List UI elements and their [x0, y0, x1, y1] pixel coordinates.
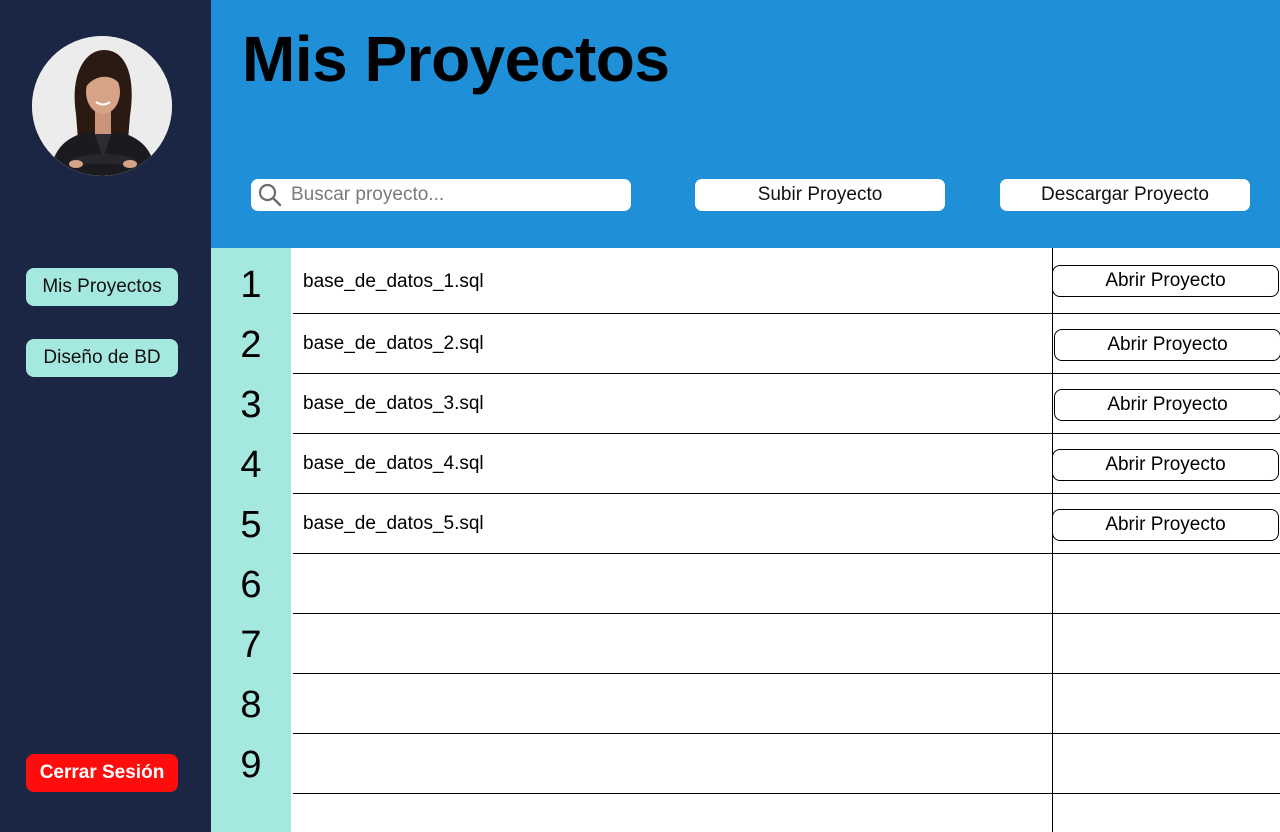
row-divider [293, 793, 1280, 794]
row-number-column: 1 2 3 4 5 6 7 8 9 [211, 248, 291, 832]
sidebar: Mis Proyectos Diseño de BD Cerrar Sesión [0, 0, 211, 832]
row-number: 2 [240, 324, 262, 366]
open-project-button[interactable]: Abrir Proyecto [1054, 329, 1280, 361]
project-file-name: base_de_datos_3.sql [303, 393, 484, 414]
row-divider [293, 313, 1280, 314]
open-project-button[interactable]: Abrir Proyecto [1054, 389, 1280, 421]
row-number: 1 [240, 264, 262, 306]
avatar[interactable] [32, 36, 172, 176]
open-project-label: Abrir Proyecto [1105, 514, 1226, 535]
nav-mis-proyectos-label: Mis Proyectos [42, 276, 162, 297]
column-divider [1052, 248, 1053, 832]
search-box[interactable] [251, 179, 631, 211]
row-divider [293, 433, 1280, 434]
search-icon [258, 183, 282, 207]
project-file-name: base_de_datos_5.sql [303, 513, 484, 534]
nav-diseno-bd-button[interactable]: Diseño de BD [26, 339, 178, 377]
row-divider [293, 553, 1280, 554]
row-number: 3 [240, 384, 262, 426]
logout-label: Cerrar Sesión [39, 762, 165, 783]
upload-project-button[interactable]: Subir Proyecto [695, 179, 945, 211]
upload-project-label: Subir Proyecto [757, 184, 883, 205]
open-project-label: Abrir Proyecto [1105, 454, 1226, 475]
row-number: 5 [240, 504, 262, 546]
header: Mis Proyectos Subir Proyecto Descargar P… [211, 0, 1280, 248]
row-divider [293, 373, 1280, 374]
project-file-name: base_de_datos_2.sql [303, 333, 484, 354]
download-project-label: Descargar Proyecto [1041, 184, 1209, 205]
nav-diseno-bd-label: Diseño de BD [43, 347, 161, 368]
page-title: Mis Proyectos [242, 23, 670, 95]
search-input[interactable] [291, 184, 621, 206]
user-photo-icon [32, 36, 172, 176]
open-project-button[interactable]: Abrir Proyecto [1052, 449, 1279, 481]
row-divider [293, 733, 1280, 734]
nav-mis-proyectos-button[interactable]: Mis Proyectos [26, 268, 178, 306]
open-project-label: Abrir Proyecto [1105, 270, 1226, 291]
open-project-label: Abrir Proyecto [1107, 334, 1228, 355]
row-divider [293, 493, 1280, 494]
open-project-label: Abrir Proyecto [1107, 394, 1228, 415]
row-divider [293, 673, 1280, 674]
row-number: 4 [240, 444, 262, 486]
open-project-button[interactable]: Abrir Proyecto [1052, 509, 1279, 541]
row-divider [293, 613, 1280, 614]
row-number: 8 [240, 684, 262, 726]
row-number: 7 [240, 624, 262, 666]
project-file-name: base_de_datos_4.sql [303, 453, 484, 474]
download-project-button[interactable]: Descargar Proyecto [1000, 179, 1250, 211]
row-number: 6 [240, 564, 262, 606]
row-number: 9 [240, 744, 262, 786]
project-file-name: base_de_datos_1.sql [303, 271, 484, 292]
logout-button[interactable]: Cerrar Sesión [26, 754, 178, 792]
open-project-button[interactable]: Abrir Proyecto [1052, 265, 1279, 297]
